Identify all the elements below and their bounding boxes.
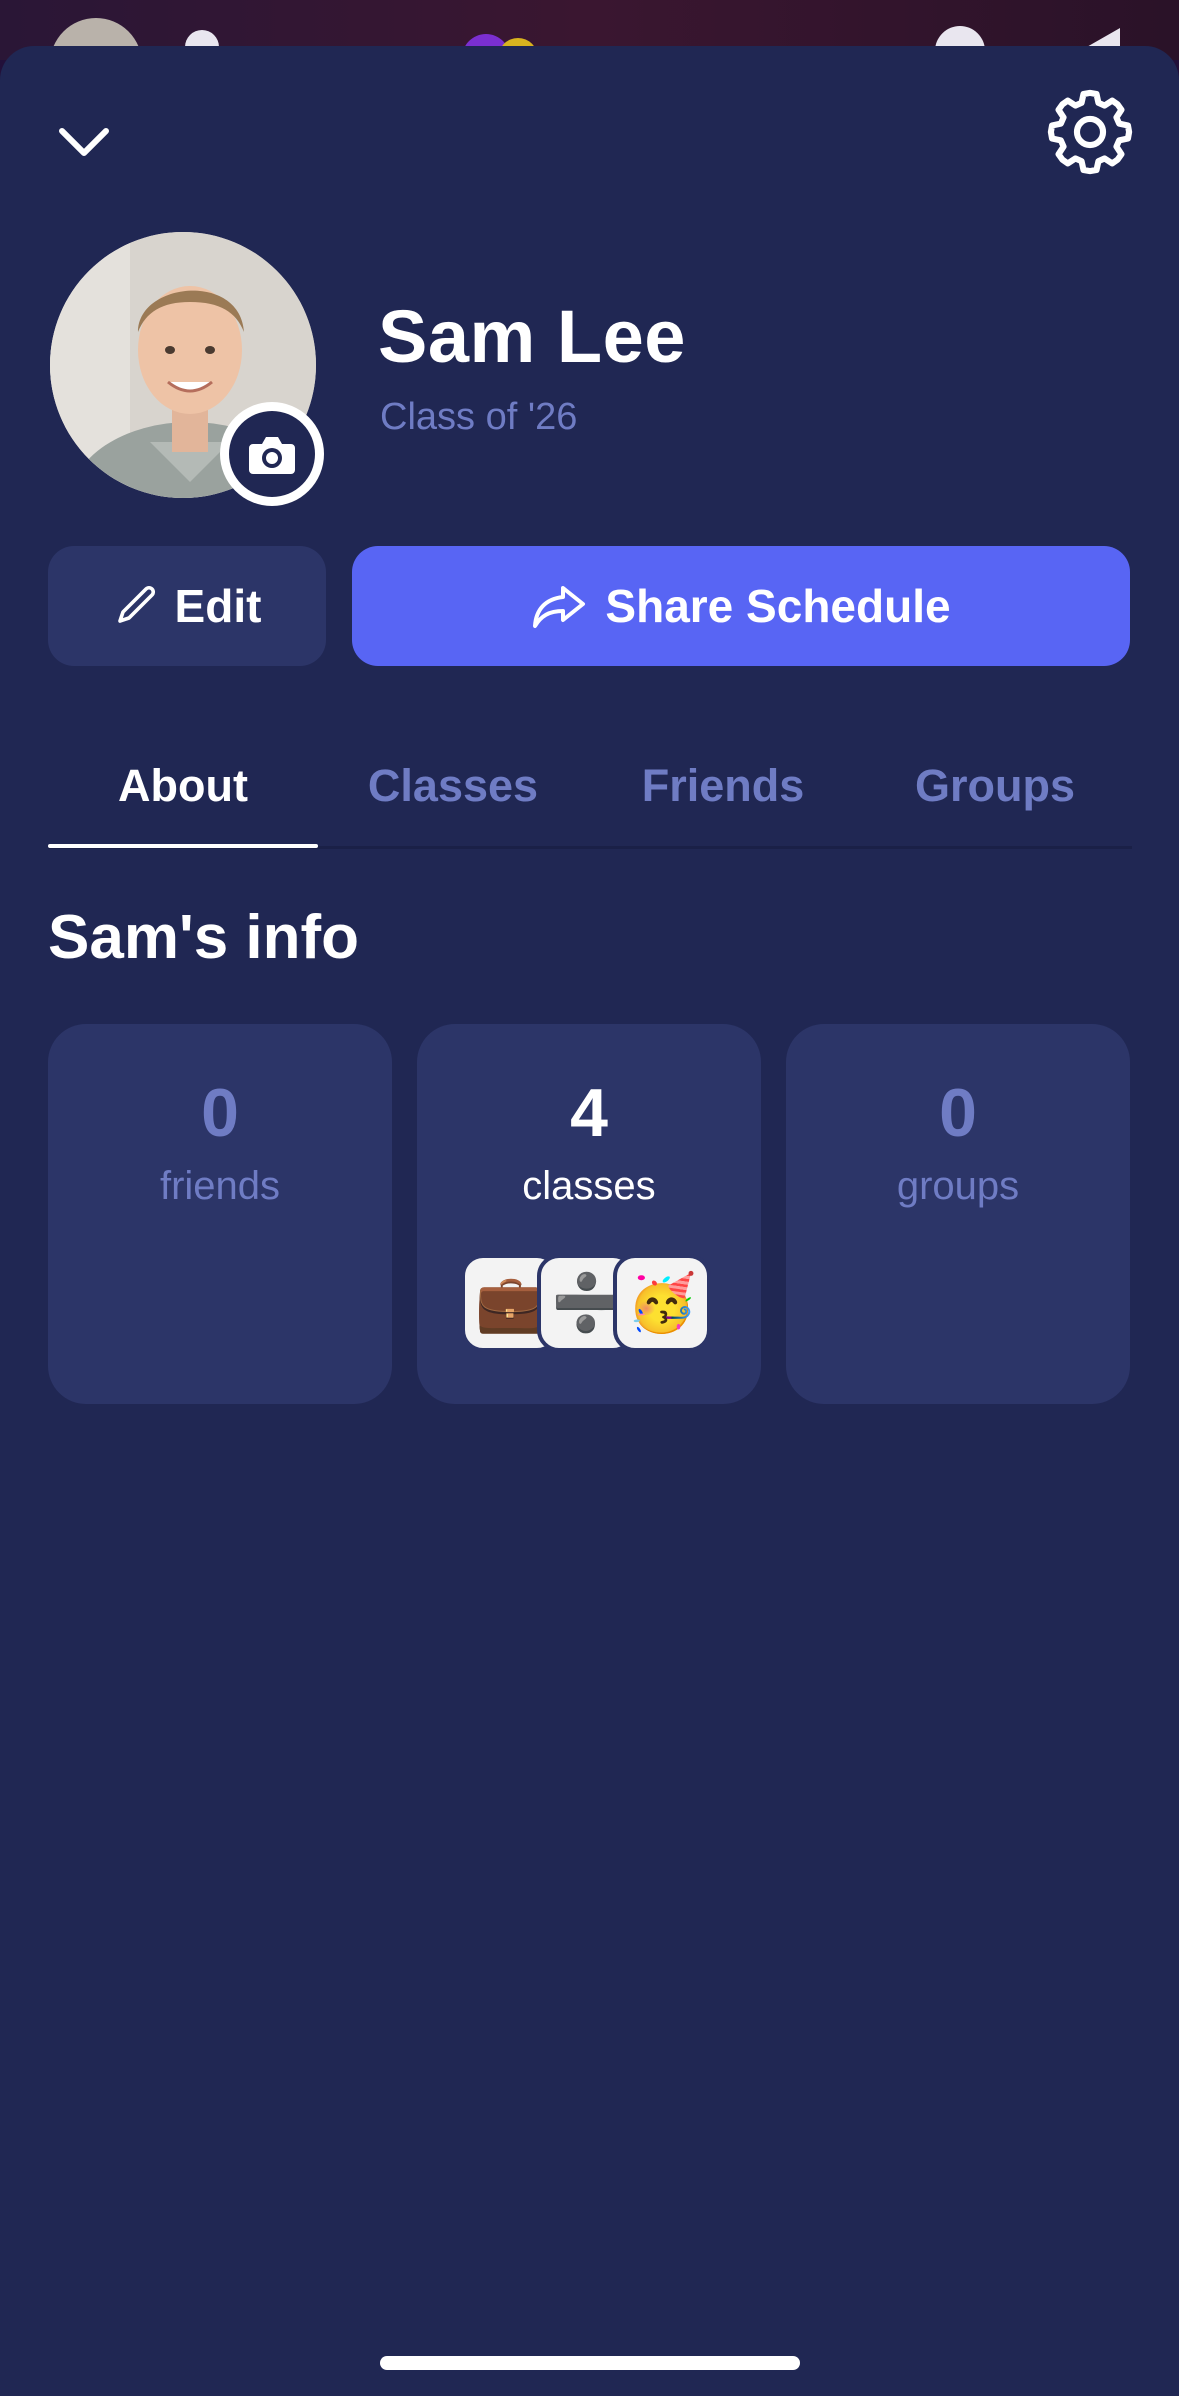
collapse-button[interactable] <box>44 101 124 181</box>
classes-label: classes <box>522 1164 656 1208</box>
tab-classes[interactable]: Classes <box>318 726 588 846</box>
edit-profile-button[interactable]: Edit <box>48 546 326 666</box>
groups-label: groups <box>896 1164 1020 1208</box>
profile-sheet: Sam Lee Class of '26 Edit Share Schedule… <box>0 46 1179 2396</box>
edit-button-label: Edit <box>174 580 262 632</box>
tab-groups[interactable]: Groups <box>858 726 1132 846</box>
classes-count: 4 <box>570 1075 608 1151</box>
home-indicator[interactable] <box>380 2356 800 2370</box>
profile-name: Sam Lee <box>378 295 686 378</box>
share-button-label: Share Schedule <box>605 580 951 632</box>
chevron-down-icon <box>59 128 109 156</box>
friends-stat-card[interactable]: 0 friends <box>48 1024 392 1404</box>
tab-friends[interactable]: Friends <box>588 726 858 846</box>
tab-groups-label: Groups <box>914 760 1075 811</box>
friends-count: 0 <box>201 1075 239 1151</box>
gear-icon <box>1047 89 1133 175</box>
tab-about-label: About <box>118 760 248 811</box>
tab-classes-label: Classes <box>367 760 539 811</box>
groups-count: 0 <box>939 1075 977 1151</box>
friends-label: friends <box>159 1164 281 1208</box>
camera-icon <box>249 437 295 474</box>
classes-stat-card[interactable]: 4 classes 💼 ➗ 🥳 <box>417 1024 761 1404</box>
class-emoji-stack: 💼 ➗ 🥳 <box>461 1254 721 1354</box>
profile-tabs: About Classes Friends Groups <box>48 726 1132 846</box>
tab-about[interactable]: About <box>48 726 318 846</box>
pencil-icon <box>117 585 155 623</box>
change-photo-button[interactable] <box>220 402 324 506</box>
info-section-title: Sam's info <box>48 903 360 972</box>
groups-stat-card[interactable]: 0 groups <box>786 1024 1130 1404</box>
tab-friends-label: Friends <box>641 760 805 811</box>
share-schedule-button[interactable]: Share Schedule <box>352 546 1130 666</box>
active-tab-indicator <box>48 844 318 848</box>
avatar-container[interactable] <box>50 232 324 506</box>
share-arrow-icon <box>533 586 586 628</box>
class-year: Class of '26 <box>380 396 578 438</box>
settings-button[interactable] <box>1040 82 1140 182</box>
party-face-emoji-tile: 🥳 <box>613 1254 711 1352</box>
